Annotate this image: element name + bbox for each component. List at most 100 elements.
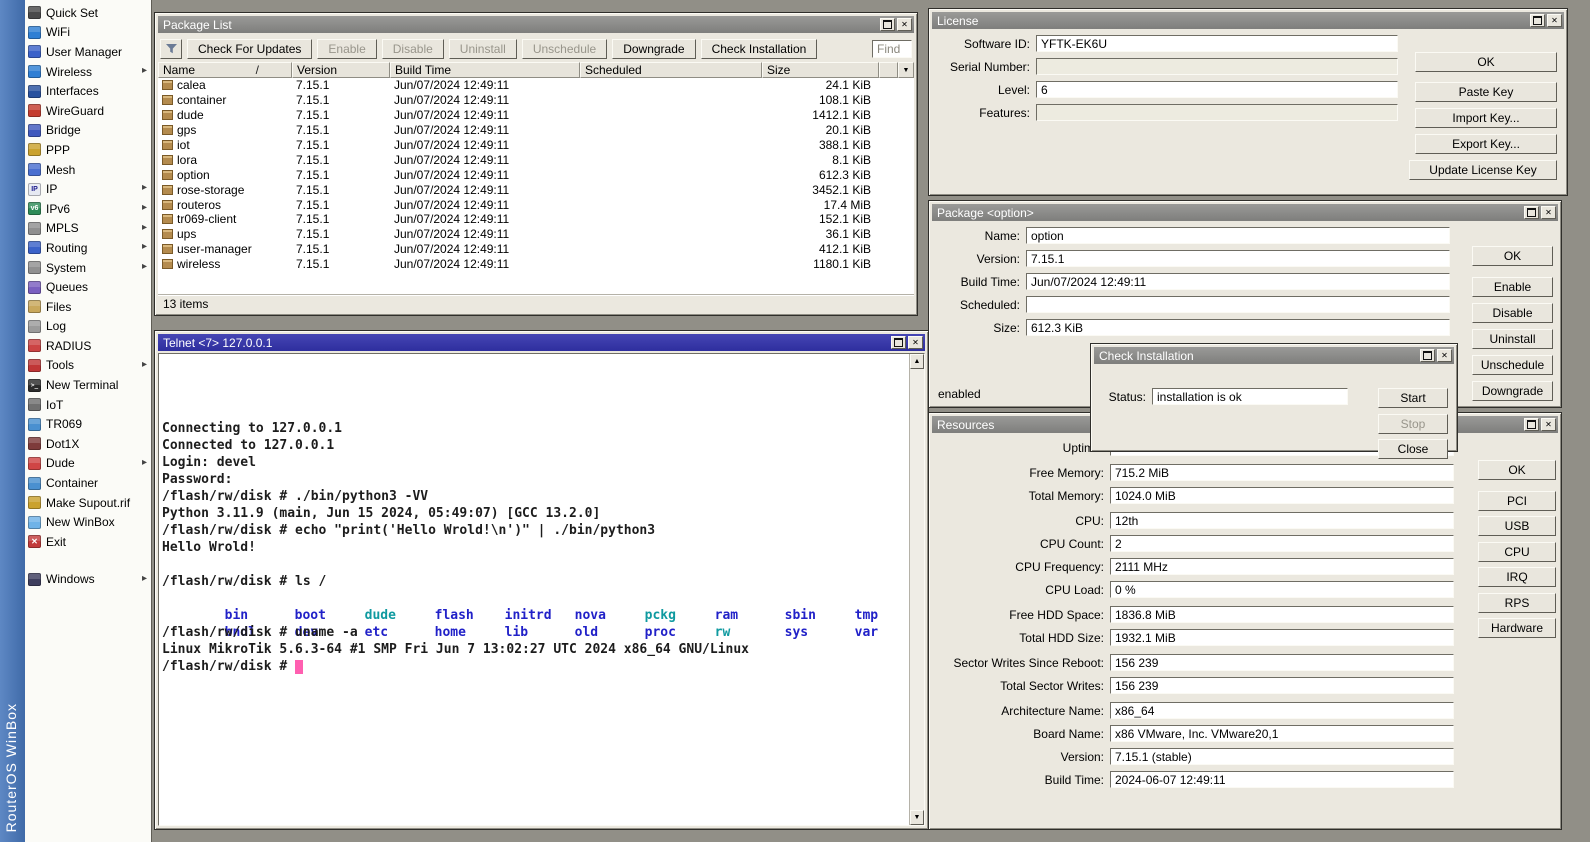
sidebar-item-dot1x[interactable]: Dot1X	[25, 434, 151, 454]
check-for-updates-button[interactable]: Check For Updates	[187, 39, 312, 59]
table-row[interactable]: tr069-client7.15.1Jun/07/2024 12:49:1115…	[158, 212, 914, 227]
sidebar-item-windows[interactable]: Windows	[25, 570, 151, 590]
sidebar-item-container[interactable]: Container	[25, 473, 151, 493]
size-value[interactable]: 612.3 KiB	[1026, 319, 1450, 336]
sidebar-item-routing[interactable]: Routing	[25, 238, 151, 258]
table-row[interactable]: gps7.15.1Jun/07/2024 12:49:1120.1 KiB	[158, 123, 914, 138]
build-time-value[interactable]: 2024-06-07 12:49:11	[1110, 771, 1454, 788]
package-list-titlebar[interactable]: Package List	[158, 16, 914, 33]
table-row[interactable]: lora7.15.1Jun/07/2024 12:49:118.1 KiB	[158, 152, 914, 167]
build-time-value[interactable]: Jun/07/2024 12:49:11	[1026, 273, 1450, 290]
sidebar-item-ip[interactable]: IP	[25, 179, 151, 199]
cpu-frequency-value[interactable]: 2111 MHz	[1110, 558, 1454, 575]
sidebar-item-interfaces[interactable]: Interfaces	[25, 81, 151, 101]
sidebar-item-wireless[interactable]: Wireless	[25, 62, 151, 82]
maximize-icon[interactable]	[1530, 14, 1545, 27]
free-memory-value[interactable]: 715.2 MiB	[1110, 464, 1454, 481]
unschedule-button[interactable]: Unschedule	[1472, 355, 1553, 375]
telnet-titlebar[interactable]: Telnet <7> 127.0.0.1	[158, 334, 925, 351]
sidebar-item-mpls[interactable]: MPLS	[25, 219, 151, 239]
find-input[interactable]: Find	[872, 40, 912, 58]
column-header-build-time[interactable]: Build Time	[390, 62, 580, 78]
sidebar-item-user-manager[interactable]: User Manager	[25, 42, 151, 62]
downgrade-button[interactable]: Downgrade	[1472, 381, 1553, 401]
cpu-count-value[interactable]: 2	[1110, 535, 1454, 552]
level-value[interactable]: 6	[1036, 81, 1398, 98]
scroll-up-icon[interactable]	[910, 354, 924, 369]
ok-button[interactable]: OK	[1472, 246, 1553, 266]
column-header-name[interactable]: Name/	[158, 62, 292, 78]
architecture-name-value[interactable]: x86_64	[1110, 702, 1454, 719]
ok-button[interactable]: OK	[1478, 460, 1556, 480]
board-name-value[interactable]: x86 VMware, Inc. VMware20,1	[1110, 725, 1454, 742]
sidebar-item-bridge[interactable]: Bridge	[25, 121, 151, 141]
maximize-icon[interactable]	[1524, 206, 1539, 219]
total-memory-value[interactable]: 1024.0 MiB	[1110, 487, 1454, 504]
close-icon[interactable]	[1547, 14, 1562, 27]
table-row[interactable]: option7.15.1Jun/07/2024 12:49:11612.3 Ki…	[158, 167, 914, 182]
table-row[interactable]: iot7.15.1Jun/07/2024 12:49:11388.1 KiB	[158, 138, 914, 153]
column-select-button[interactable]	[898, 62, 914, 78]
sidebar-item-wifi[interactable]: WiFi	[25, 23, 151, 43]
ok-button[interactable]: OK	[1415, 52, 1557, 72]
hardware-button[interactable]: Hardware	[1478, 618, 1556, 638]
disable-button[interactable]: Disable	[1472, 303, 1553, 323]
paste-key-button[interactable]: Paste Key	[1415, 82, 1557, 102]
name-value[interactable]: option	[1026, 227, 1450, 244]
software-id-value[interactable]: YFTK-EK6U	[1036, 35, 1398, 52]
cpu-button[interactable]: CPU	[1478, 542, 1556, 562]
license-titlebar[interactable]: License	[932, 12, 1564, 29]
maximize-icon[interactable]	[891, 336, 906, 349]
uninstall-button[interactable]: Uninstall	[1472, 329, 1553, 349]
table-row[interactable]: calea7.15.1Jun/07/2024 12:49:1124.1 KiB	[158, 78, 914, 93]
sidebar-item-log[interactable]: Log	[25, 317, 151, 337]
scrollbar-track[interactable]	[910, 369, 924, 810]
package-option-titlebar[interactable]: Package <option>	[932, 204, 1558, 221]
maximize-icon[interactable]	[1524, 418, 1539, 431]
cpu-load-value[interactable]: 0 %	[1110, 581, 1454, 598]
sidebar-item-mesh[interactable]: Mesh	[25, 160, 151, 180]
sidebar-item-quick-set[interactable]: Quick Set	[25, 3, 151, 23]
column-header-scheduled[interactable]: Scheduled	[580, 62, 762, 78]
table-row[interactable]: ups7.15.1Jun/07/2024 12:49:1136.1 KiB	[158, 227, 914, 242]
sidebar-item-ipv6[interactable]: IPv6	[25, 199, 151, 219]
column-header-version[interactable]: Version	[292, 62, 390, 78]
check-installation-titlebar[interactable]: Check Installation	[1094, 347, 1454, 364]
maximize-icon[interactable]	[1420, 349, 1435, 362]
terminal-content[interactable]: Connecting to 127.0.0.1 Connected to 127…	[159, 354, 909, 825]
sidebar-item-new-winbox[interactable]: New WinBox	[25, 512, 151, 532]
rps-button[interactable]: RPS	[1478, 593, 1556, 613]
sidebar-item-exit[interactable]: Exit	[25, 532, 151, 552]
close-icon[interactable]	[1437, 349, 1452, 362]
version-value[interactable]: 7.15.1 (stable)	[1110, 748, 1454, 765]
usb-button[interactable]: USB	[1478, 516, 1556, 536]
maximize-icon[interactable]	[880, 18, 895, 31]
filter-icon[interactable]	[160, 39, 182, 59]
sidebar-item-files[interactable]: Files	[25, 297, 151, 317]
total-sector-writes-value[interactable]: 156 239	[1110, 677, 1454, 694]
sidebar-item-radius[interactable]: RADIUS	[25, 336, 151, 356]
pci-button[interactable]: PCI	[1478, 491, 1556, 511]
close-icon[interactable]	[1541, 206, 1556, 219]
sidebar-item-queues[interactable]: Queues	[25, 277, 151, 297]
sidebar-item-tr069[interactable]: TR069	[25, 414, 151, 434]
check-installation-button[interactable]: Check Installation	[701, 39, 818, 59]
enable-button[interactable]: Enable	[1472, 277, 1553, 297]
table-row[interactable]: dude7.15.1Jun/07/2024 12:49:111412.1 KiB	[158, 108, 914, 123]
start-button[interactable]: Start	[1378, 388, 1448, 408]
sidebar-item-dude[interactable]: Dude	[25, 454, 151, 474]
table-row[interactable]: routeros7.15.1Jun/07/2024 12:49:1117.4 M…	[158, 197, 914, 212]
sidebar-item-make-supout[interactable]: Make Supout.rif	[25, 493, 151, 513]
scroll-down-icon[interactable]	[910, 810, 924, 825]
close-icon[interactable]	[897, 18, 912, 31]
table-row[interactable]: container7.15.1Jun/07/2024 12:49:11108.1…	[158, 93, 914, 108]
sidebar-item-system[interactable]: System	[25, 258, 151, 278]
installation-status-value[interactable]: installation is ok	[1152, 388, 1348, 405]
close-button[interactable]: Close	[1378, 439, 1448, 459]
sidebar-item-iot[interactable]: IoT	[25, 395, 151, 415]
irq-button[interactable]: IRQ	[1478, 567, 1556, 587]
export-key-button[interactable]: Export Key...	[1415, 134, 1557, 154]
cpu-value[interactable]: 12th	[1110, 512, 1454, 529]
version-value[interactable]: 7.15.1	[1026, 250, 1450, 267]
total-hdd-size-value[interactable]: 1932.1 MiB	[1110, 629, 1454, 646]
